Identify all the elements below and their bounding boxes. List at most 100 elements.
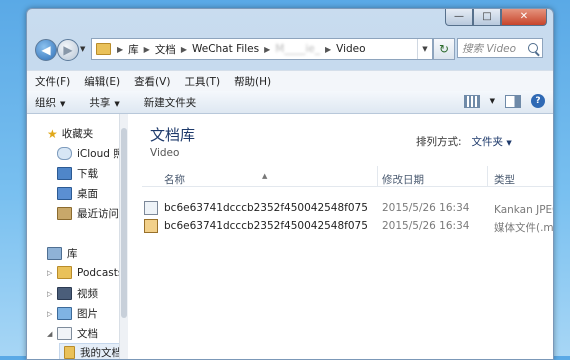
- breadcrumb-wechat-files[interactable]: WeChat Files: [192, 43, 259, 55]
- nav-pictures[interactable]: ▷ 图片: [47, 306, 98, 321]
- caption-buttons: — □ ✕: [445, 9, 547, 26]
- nav-libraries[interactable]: 库: [47, 246, 78, 261]
- video-icon: [57, 287, 72, 300]
- breadcrumb-account[interactable]: M____ie_: [275, 43, 320, 55]
- arrange-value[interactable]: 文件夹 ▼: [472, 136, 512, 148]
- scrollbar-thumb[interactable]: [121, 128, 127, 318]
- nav-downloads-label: 下载: [77, 168, 98, 180]
- document-icon: [57, 327, 72, 340]
- view-dropdown-icon[interactable]: ▼: [490, 97, 495, 105]
- nav-recent[interactable]: 最近访问: [57, 206, 119, 221]
- star-icon: ★: [47, 126, 58, 141]
- view-controls: ▼ ?: [463, 94, 545, 108]
- library-subtitle: Video: [150, 147, 180, 159]
- column-divider[interactable]: [377, 166, 378, 186]
- chevron-right-icon[interactable]: ▶: [144, 45, 150, 54]
- recent-icon: [57, 207, 72, 220]
- nav-recent-label: 最近访问: [77, 208, 119, 220]
- arrange-by: 排列方式: 文件夹 ▼: [416, 134, 512, 149]
- nav-documents[interactable]: ◢ 文档: [47, 326, 98, 341]
- column-modified[interactable]: 修改日期: [382, 172, 424, 187]
- address-bar[interactable]: ▶ 库 ▶ 文档 ▶ WeChat Files ▶ M____ie_ ▶ Vid…: [91, 38, 433, 60]
- organize-button[interactable]: 组织 ▼: [35, 95, 65, 110]
- new-folder-button[interactable]: 新建文件夹: [144, 95, 197, 110]
- menu-file[interactable]: 文件(F): [35, 74, 70, 89]
- column-name[interactable]: 名称: [164, 172, 185, 187]
- nav-desktop[interactable]: 桌面: [57, 186, 98, 201]
- file-name: bc6e63741dcccb2352f450042548f075: [164, 202, 368, 214]
- chevron-right-icon[interactable]: ▶: [264, 45, 270, 54]
- breadcrumb-video[interactable]: Video: [336, 43, 365, 55]
- address-dropdown-icon[interactable]: ▼: [417, 39, 432, 59]
- nav-favorites[interactable]: ★ 收藏夹: [47, 126, 93, 141]
- menu-edit[interactable]: 编辑(E): [84, 74, 120, 89]
- download-icon: [57, 167, 72, 180]
- nav-icloud[interactable]: iCloud 照: [57, 146, 120, 161]
- file-date: 2015/5/26 16:34: [382, 220, 470, 232]
- file-name: bc6e63741dcccb2352f450042548f075: [164, 220, 368, 232]
- menu-view[interactable]: 查看(V): [134, 74, 170, 89]
- nav-podcasts-label: Podcasts: [77, 266, 120, 279]
- folder-icon: [57, 266, 72, 279]
- nav-my-documents[interactable]: 我的文档: [59, 343, 120, 359]
- chevron-right-icon[interactable]: ▶: [181, 45, 187, 54]
- collapse-arrow-icon[interactable]: ◢: [47, 330, 55, 338]
- image-file-icon: [144, 201, 158, 215]
- nav-videos-label: 视频: [77, 288, 98, 300]
- explorer-window: — □ ✕ ◀ ▶ ▼ ▶ 库 ▶ 文档 ▶ WeChat Files ▶ M_…: [26, 8, 554, 360]
- file-list-pane: 文档库 Video 排列方式: 文件夹 ▼ ▲ 名称 修改日期 类型 bc6e63…: [128, 114, 553, 359]
- video-file-icon: [144, 219, 158, 233]
- chevron-down-icon: ▼: [114, 99, 120, 108]
- expand-arrow-icon[interactable]: ▷: [47, 310, 55, 318]
- chevron-right-icon[interactable]: ▶: [325, 45, 331, 54]
- folder-icon: [64, 345, 75, 359]
- file-date: 2015/5/26 16:34: [382, 202, 470, 214]
- expand-arrow-icon[interactable]: ▷: [47, 269, 55, 277]
- breadcrumb-library[interactable]: 库: [128, 42, 139, 57]
- nav-downloads[interactable]: 下载: [57, 166, 98, 181]
- share-label: 共享: [89, 96, 111, 109]
- menu-help[interactable]: 帮助(H): [234, 74, 271, 89]
- maximize-button[interactable]: □: [473, 9, 501, 26]
- forward-arrow-icon[interactable]: ▶: [57, 39, 79, 61]
- nav-my-documents-label: 我的文档: [80, 346, 120, 359]
- breadcrumb-documents[interactable]: 文档: [155, 42, 176, 57]
- nav-podcasts[interactable]: ▷ Podcasts: [47, 266, 120, 279]
- view-icon[interactable]: [463, 94, 480, 108]
- column-header-row: ▲ 名称 修改日期 类型: [142, 166, 553, 187]
- menu-tools[interactable]: 工具(T): [184, 74, 220, 89]
- organize-label: 组织: [35, 96, 56, 109]
- close-button[interactable]: ✕: [501, 9, 547, 26]
- picture-icon: [57, 307, 72, 320]
- arrange-label: 排列方式:: [416, 136, 462, 148]
- chevron-right-icon[interactable]: ▶: [117, 45, 123, 54]
- column-type[interactable]: 类型: [494, 172, 515, 187]
- search-placeholder: 搜索 Video: [462, 42, 516, 55]
- cloud-icon: [57, 147, 72, 160]
- preview-pane-icon[interactable]: [505, 94, 521, 108]
- recent-pages-chevron-icon[interactable]: ▼: [80, 45, 85, 53]
- folder-icon: [96, 43, 111, 55]
- chevron-down-icon: ▼: [506, 139, 512, 147]
- minimize-button[interactable]: —: [445, 9, 473, 26]
- library-title: 文档库: [150, 126, 196, 144]
- nav-icloud-label: iCloud 照: [77, 148, 120, 160]
- table-row[interactable]: bc6e63741dcccb2352f450042548f075 2015/5/…: [142, 200, 553, 216]
- nav-desktop-label: 桌面: [77, 188, 98, 200]
- search-input[interactable]: 搜索 Video: [457, 38, 543, 58]
- file-type: Kankan JPEG 图: [494, 204, 553, 216]
- nav-videos[interactable]: ▷ 视频: [47, 286, 98, 301]
- column-divider[interactable]: [487, 166, 488, 186]
- share-button[interactable]: 共享 ▼: [89, 95, 119, 110]
- back-arrow-icon[interactable]: ◀: [35, 39, 57, 61]
- refresh-icon[interactable]: ↻: [433, 38, 455, 60]
- navigation-bar: ◀ ▶ ▼ ▶ 库 ▶ 文档 ▶ WeChat Files ▶ M____ie_…: [33, 37, 547, 63]
- help-icon[interactable]: ?: [531, 94, 545, 108]
- expand-arrow-icon[interactable]: ▷: [47, 290, 55, 298]
- search-icon: [528, 43, 538, 53]
- library-icon: [47, 247, 62, 260]
- desktop-icon: [57, 187, 72, 200]
- menu-bar: 文件(F) 编辑(E) 查看(V) 工具(T) 帮助(H): [27, 70, 553, 91]
- table-row[interactable]: bc6e63741dcccb2352f450042548f075 2015/5/…: [142, 218, 553, 234]
- sort-arrow-icon: ▲: [262, 172, 268, 180]
